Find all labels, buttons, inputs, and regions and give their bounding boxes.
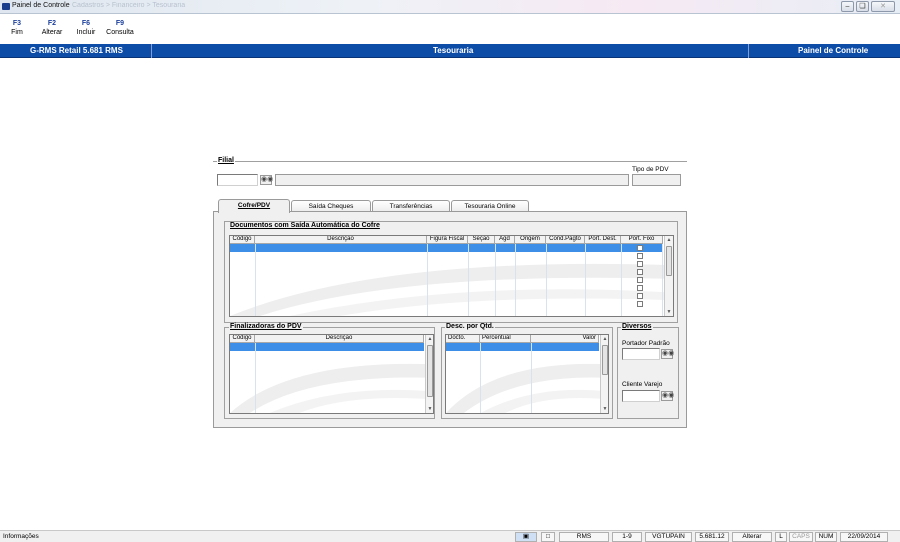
cliente-varejo-input[interactable]	[622, 390, 660, 402]
selected-row[interactable]	[230, 244, 663, 252]
col-origem[interactable]: Origem	[515, 236, 546, 244]
binoculars-icon: ◉◉	[662, 392, 675, 399]
screen-title: Painel de Controle	[798, 46, 869, 55]
status-program: VGTUPAIN	[645, 532, 692, 542]
incluir-key: F6	[81, 20, 91, 27]
tab-panel: Documentos com Saída Automática do Cofre…	[213, 211, 687, 428]
col-descricao[interactable]: Descrição	[255, 335, 424, 343]
documentos-scrollbar[interactable]: ▲ ▼	[664, 236, 673, 316]
status-num: NUM	[815, 532, 837, 542]
finalizadoras-grid[interactable]: Código Descrição ▲ ▼	[229, 334, 434, 414]
status-version: 5.681.12	[695, 532, 729, 542]
scroll-down-icon[interactable]: ▼	[665, 308, 673, 316]
desc-qtd-grid[interactable]: Docto. Percentual Valor ▲ ▼	[445, 334, 609, 414]
col-valor[interactable]: Valor	[531, 335, 599, 343]
filial-name-field	[275, 174, 629, 186]
selected-row[interactable]	[230, 343, 424, 351]
port-fixo-checkbox[interactable]	[637, 253, 643, 259]
desc-qtd-scrollbar[interactable]: ▲ ▼	[600, 335, 608, 413]
tipo-pdv-field	[632, 174, 681, 186]
status-range: 1-9	[612, 532, 642, 542]
port-fixo-checkbox[interactable]	[637, 285, 643, 291]
module-header: G-RMS Retail 5.681 RMS Tesouraria Painel…	[0, 44, 900, 58]
scroll-down-icon[interactable]: ▼	[426, 405, 433, 413]
scroll-up-icon[interactable]: ▲	[665, 236, 673, 244]
monitor-icon: ▣	[515, 532, 537, 542]
window-titlebar: Painel de Controle Cadastros > Financeir…	[0, 0, 900, 14]
incluir-label: Incluir	[76, 29, 96, 36]
filial-label: Filial	[217, 157, 235, 164]
col-secao[interactable]: Seção	[468, 236, 495, 244]
col-figura-fiscal[interactable]: Figura Fiscal	[427, 236, 468, 244]
col-cond-pagto[interactable]: Cond.Pagto	[546, 236, 585, 244]
status-info: Informações	[3, 533, 39, 540]
cliente-varejo-label: Cliente Varejo	[622, 381, 663, 388]
window-title: Painel de Controle	[12, 2, 70, 9]
window-title-suffix: Cadastros > Financeiro > Tesouraria	[72, 2, 186, 9]
filial-search-button[interactable]: ◉◉	[260, 175, 274, 185]
consulta-key: F9	[115, 20, 125, 27]
selected-row[interactable]	[446, 343, 599, 351]
col-codigo[interactable]: Código	[230, 236, 255, 244]
port-fixo-checkbox[interactable]	[637, 293, 643, 299]
status-mode: Alterar	[732, 532, 772, 542]
scroll-thumb[interactable]	[602, 345, 608, 375]
port-fixo-checkbox[interactable]	[637, 261, 643, 267]
scroll-up-icon[interactable]: ▲	[426, 335, 433, 343]
finalizadoras-scrollbar[interactable]: ▲ ▼	[425, 335, 433, 413]
diversos-title: Diversos	[621, 323, 653, 330]
tab-cofre-pdv[interactable]: Cofre/PDV	[218, 199, 290, 213]
binoculars-icon: ◉◉	[261, 176, 274, 183]
app-version: G-RMS Retail 5.681 RMS	[30, 46, 123, 55]
scroll-down-icon[interactable]: ▼	[601, 405, 608, 413]
desc-qtd-title: Desc. por Qtd.	[445, 323, 495, 330]
app-icon	[2, 3, 10, 10]
scroll-up-icon[interactable]: ▲	[601, 335, 608, 343]
port-fixo-checkbox[interactable]	[637, 277, 643, 283]
restore-button[interactable]: ❏	[856, 1, 869, 12]
binoculars-icon: ◉◉	[662, 350, 675, 357]
filial-input[interactable]	[217, 174, 258, 186]
incluir-button[interactable]: F6 Incluir	[73, 20, 99, 36]
status-l: L	[775, 532, 787, 542]
fim-button[interactable]: F3 Fim	[8, 20, 26, 36]
status-bar: Informações ▣ □ RMS 1-9 VGTUPAIN 5.681.1…	[0, 530, 900, 542]
tipo-pdv-label: Tipo de PDV	[632, 166, 669, 173]
fim-key: F3	[12, 20, 22, 27]
finalizadoras-title: Finalizadoras do PDV	[229, 323, 303, 330]
close-button[interactable]: ✕	[871, 1, 895, 12]
alterar-label: Alterar	[41, 29, 63, 36]
col-codigo[interactable]: Código	[230, 335, 255, 343]
alterar-key: F2	[47, 20, 57, 27]
portador-input[interactable]	[622, 348, 660, 360]
function-toolbar: F3 Fim F2 Alterar F6 Incluir F9 Consulta	[0, 14, 900, 44]
status-caps: CAPS	[789, 532, 813, 542]
col-port-fixo[interactable]: Port. Fixo	[621, 236, 663, 244]
col-descricao[interactable]: Descrição	[255, 236, 427, 244]
minimize-button[interactable]: –	[841, 1, 854, 12]
portador-search-button[interactable]: ◉◉	[661, 349, 675, 359]
consulta-label: Consulta	[106, 29, 134, 36]
col-percentual[interactable]: Percentual	[480, 335, 531, 343]
col-port-dest[interactable]: Port. Dest.	[585, 236, 621, 244]
documentos-title: Documentos com Saída Automática do Cofre	[229, 222, 381, 229]
consulta-button[interactable]: F9 Consulta	[104, 20, 136, 36]
documentos-grid[interactable]: Código Descrição Figura Fiscal Seção Agd…	[229, 235, 674, 317]
status-date: 22/09/2014	[840, 532, 888, 542]
portador-label: Portador Padrão	[622, 340, 670, 347]
scroll-thumb[interactable]	[427, 345, 433, 397]
fim-label: Fim	[11, 29, 23, 36]
clipboard-icon: □	[541, 532, 555, 542]
module-title: Tesouraria	[433, 46, 474, 55]
alterar-button[interactable]: F2 Alterar	[39, 20, 65, 36]
status-system: RMS	[559, 532, 609, 542]
port-fixo-checkbox[interactable]	[637, 269, 643, 275]
col-docto[interactable]: Docto.	[446, 335, 480, 343]
cliente-search-button[interactable]: ◉◉	[661, 391, 675, 401]
scroll-thumb[interactable]	[666, 246, 672, 276]
port-fixo-checkbox[interactable]	[637, 245, 643, 251]
port-fixo-checkbox[interactable]	[637, 301, 643, 307]
col-agd[interactable]: Agd	[495, 236, 515, 244]
